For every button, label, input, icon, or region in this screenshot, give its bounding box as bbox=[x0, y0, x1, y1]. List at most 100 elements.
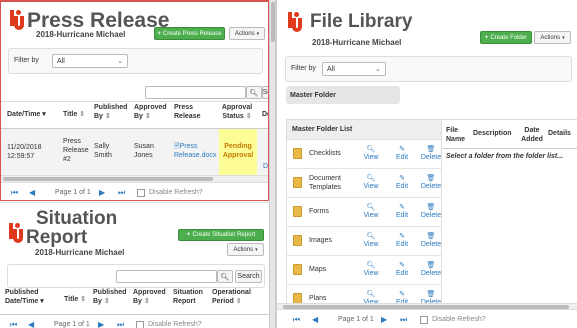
press-release-panel: Press Release 2018-Hurricane Michael + Cr… bbox=[0, 0, 269, 201]
col-header-published-by[interactable]: Published By ⇕ bbox=[94, 104, 128, 122]
page-title: File Library bbox=[310, 11, 413, 32]
actions-button[interactable]: Actions ▾ bbox=[227, 243, 264, 256]
first-page-icon[interactable]: ⏮ bbox=[11, 188, 18, 198]
master-folder-label[interactable]: Master Folder bbox=[286, 86, 400, 104]
filter-bar: Filter by All ⌄ bbox=[8, 48, 263, 74]
col-header-operational-period[interactable]: Operational Period ⇕ bbox=[212, 289, 262, 307]
row-file-link[interactable]: 🗎︎Press Release.docx bbox=[174, 143, 218, 161]
folder-icon bbox=[293, 206, 302, 217]
col-header-file-name[interactable]: File Name bbox=[446, 127, 466, 145]
col-header-approval-status[interactable]: Approval Status ⇕ bbox=[219, 104, 255, 122]
page-title: Press Release bbox=[27, 9, 170, 32]
col-header-datetime[interactable]: Date/Time ▾ bbox=[7, 111, 59, 120]
page-indicator: Page 1 of 1 bbox=[55, 189, 91, 196]
vertical-scrollbar[interactable] bbox=[269, 0, 276, 328]
search-button[interactable]: Search bbox=[235, 270, 262, 283]
last-page-icon[interactable]: ⏭ bbox=[400, 315, 407, 325]
col-header-published-datetime[interactable]: Published Date/Time ▾ bbox=[5, 289, 55, 307]
search-icon[interactable]: 🔍︎ bbox=[217, 270, 233, 283]
last-page-icon[interactable]: ⏭ bbox=[117, 320, 124, 328]
folder-icon bbox=[293, 177, 302, 188]
last-page-icon[interactable]: ⏭ bbox=[118, 188, 125, 198]
edit-button[interactable]: ✎Edit bbox=[391, 175, 413, 190]
col-header-published-by[interactable]: Published By ⇕ bbox=[93, 289, 131, 307]
prev-page-icon[interactable]: ◀ bbox=[312, 315, 318, 324]
folder-name[interactable]: Maps bbox=[309, 266, 355, 275]
folder-row[interactable]: Checklists 🔍︎ View ✎ Edit 🗑︎ Delete bbox=[287, 140, 445, 169]
disable-refresh-label: Disable Refresh? bbox=[432, 316, 486, 323]
folder-row[interactable]: Maps 🔍︎ View ✎ Edit 🗑︎ Delete bbox=[287, 256, 445, 285]
next-page-icon[interactable]: ▶ bbox=[98, 320, 104, 328]
filter-select[interactable]: All ⌄ bbox=[52, 54, 128, 68]
folder-icon bbox=[293, 148, 302, 159]
folder-list-panel: Master Folder List Checklists 🔍︎ View ✎ Edit… bbox=[286, 119, 446, 314]
caret-down-icon: ▾ bbox=[256, 30, 260, 37]
folder-icon bbox=[293, 264, 302, 275]
create-press-release-button[interactable]: + Create Press Release bbox=[154, 27, 225, 40]
folder-name[interactable]: Forms bbox=[309, 208, 355, 217]
first-page-icon[interactable]: ⏮ bbox=[10, 320, 17, 328]
folder-name[interactable]: Document Templates bbox=[309, 175, 355, 193]
next-page-icon[interactable]: ▶ bbox=[99, 188, 105, 197]
folder-row[interactable]: Document Templates 🔍︎ View ✎ Edit 🗑︎ Delete bbox=[287, 169, 445, 198]
view-button[interactable]: 🔍︎View bbox=[360, 175, 382, 190]
folder-icon bbox=[293, 235, 302, 246]
event-subtitle: 2018-Hurricane Michael bbox=[35, 248, 125, 257]
edit-button[interactable]: ✎Edit bbox=[391, 146, 413, 161]
search-button[interactable]: Se bbox=[262, 86, 268, 99]
col-header-date-added[interactable]: Date Added bbox=[521, 127, 543, 145]
edit-button[interactable]: ✎Edit bbox=[391, 233, 413, 248]
next-page-icon[interactable]: ▶ bbox=[381, 315, 387, 324]
situation-report-panel: Situation Report 2018-Hurricane Michael … bbox=[0, 202, 269, 328]
folder-name[interactable]: Images bbox=[309, 237, 355, 246]
horizontal-scrollbar[interactable] bbox=[1, 175, 268, 182]
search-input[interactable] bbox=[116, 270, 217, 283]
col-header-title[interactable]: Title ⇕ bbox=[64, 296, 92, 305]
plus-icon: + bbox=[157, 30, 161, 37]
disable-refresh-checkbox[interactable] bbox=[136, 321, 144, 328]
edit-button[interactable]: ✎Edit bbox=[391, 262, 413, 277]
col-header-situation-report: Situation Report bbox=[173, 289, 203, 305]
disable-refresh-checkbox[interactable] bbox=[137, 189, 145, 197]
magnifier-icon: 🔍︎ bbox=[366, 233, 376, 240]
disable-refresh-checkbox[interactable] bbox=[420, 316, 428, 324]
view-button[interactable]: 🔍︎View bbox=[360, 233, 382, 248]
prev-page-icon[interactable]: ◀ bbox=[28, 320, 34, 328]
caret-down-icon: ▾ bbox=[255, 246, 258, 253]
plus-icon: + bbox=[186, 232, 191, 238]
edit-button[interactable]: ✎Edit bbox=[391, 204, 413, 219]
chevron-down-icon: ⌄ bbox=[375, 66, 381, 73]
col-header-description[interactable]: Description bbox=[473, 130, 513, 139]
page-indicator: Page 1 of 1 bbox=[54, 321, 90, 328]
actions-button[interactable]: Actions ▾ bbox=[534, 31, 571, 44]
col-header-approved-by[interactable]: Approved By ⇕ bbox=[133, 289, 171, 307]
divider bbox=[442, 148, 577, 149]
create-folder-button[interactable]: + Create Folder bbox=[480, 31, 532, 44]
juvare-logo-icon bbox=[10, 10, 24, 34]
table-row[interactable]: 11/20/2018 12:59:57 Press Release #2 Sal… bbox=[1, 129, 268, 175]
magnifier-icon: 🔍︎ bbox=[366, 204, 376, 211]
view-button[interactable]: 🔍︎View bbox=[360, 262, 382, 277]
col-header-title[interactable]: Title ⇕ bbox=[63, 111, 91, 120]
create-situation-report-button[interactable]: + Create Situation Report bbox=[178, 229, 264, 241]
col-header-approved-by[interactable]: Approved By ⇕ bbox=[134, 104, 168, 122]
row-datetime: 11/20/2018 12:59:57 bbox=[7, 144, 42, 160]
edit-icon: ✎ bbox=[399, 175, 405, 182]
search-icon[interactable]: 🔍︎ bbox=[246, 86, 262, 99]
view-button[interactable]: 🔍︎View bbox=[360, 204, 382, 219]
filter-bar: Filter by All ⌄ bbox=[285, 56, 572, 82]
actions-button[interactable]: Actions ▾ bbox=[229, 27, 265, 40]
disable-refresh-label: Disable Refresh? bbox=[148, 321, 202, 328]
filter-label: Filter by bbox=[14, 57, 39, 64]
pagination-bar: ⏮ ◀ Page 1 of 1 ▶ ⏭ Disable Refresh? bbox=[0, 314, 269, 328]
folder-name[interactable]: Checklists bbox=[309, 150, 355, 159]
folder-row[interactable]: Forms 🔍︎ View ✎ Edit 🗑︎ Delete bbox=[287, 198, 445, 227]
filter-select[interactable]: All ⌄ bbox=[322, 62, 386, 76]
first-page-icon[interactable]: ⏮ bbox=[293, 315, 300, 325]
col-header-details[interactable]: Details bbox=[548, 130, 577, 139]
col-header-press-release: Press Release bbox=[174, 104, 201, 120]
search-input[interactable] bbox=[145, 86, 246, 99]
view-button[interactable]: 🔍︎View bbox=[360, 146, 382, 161]
folder-row[interactable]: Images 🔍︎ View ✎ Edit 🗑︎ Delete bbox=[287, 227, 445, 256]
prev-page-icon[interactable]: ◀ bbox=[29, 188, 35, 197]
